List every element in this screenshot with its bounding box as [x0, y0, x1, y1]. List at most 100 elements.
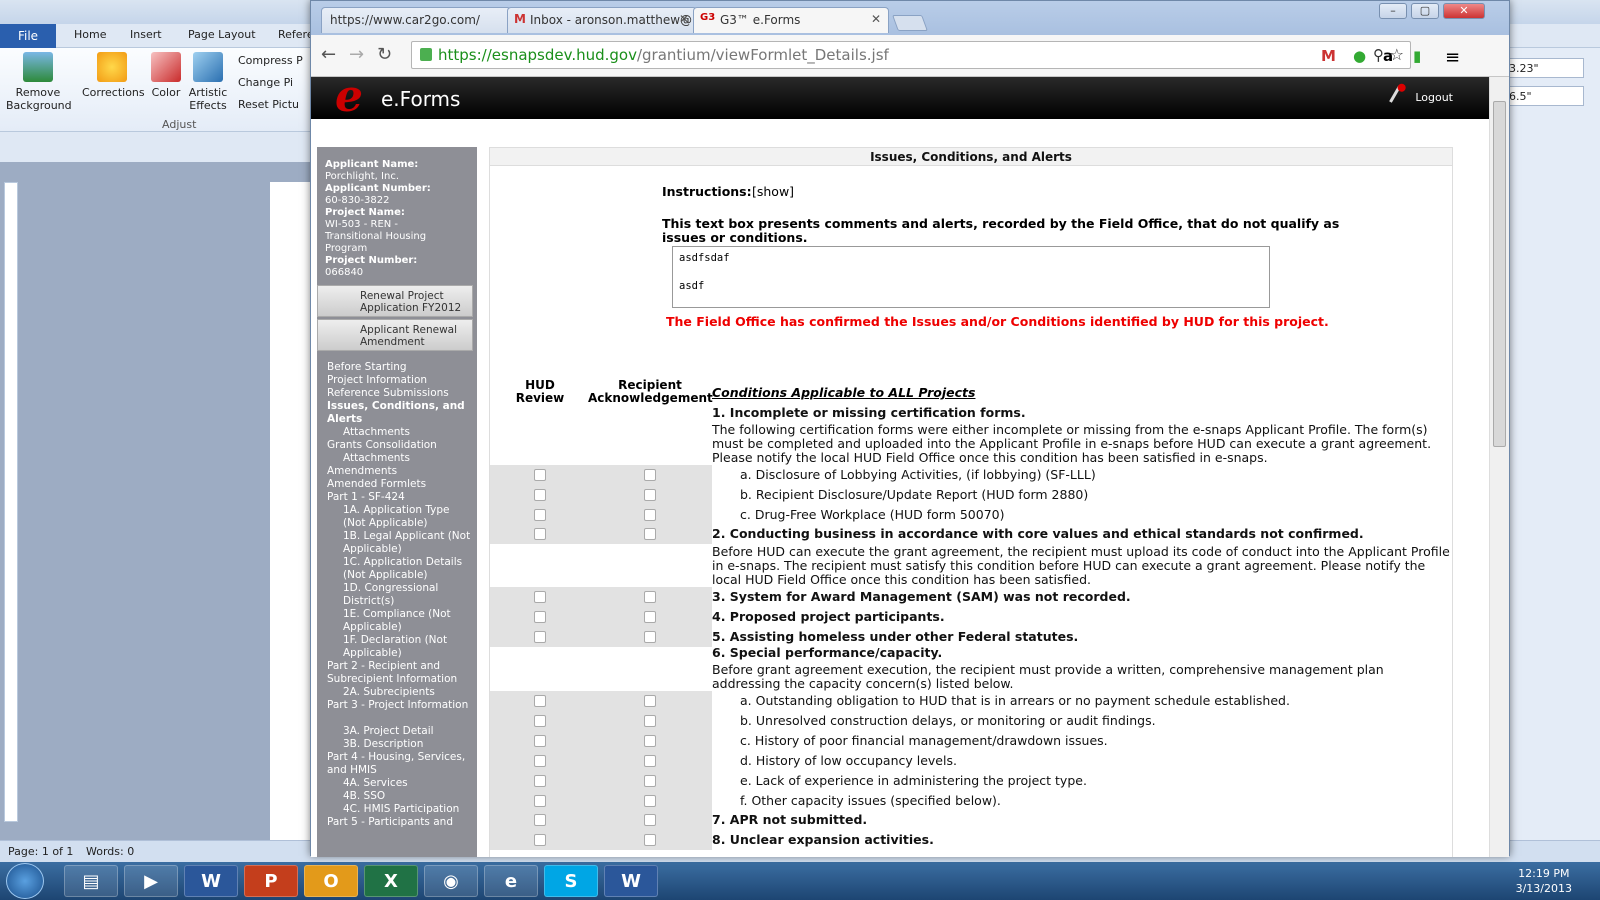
forward-icon[interactable]: →	[349, 44, 364, 65]
back-icon[interactable]: ←	[321, 44, 336, 65]
recipient-acknowledgement-checkbox[interactable]	[644, 631, 656, 643]
hud-review-checkbox[interactable]	[534, 735, 546, 747]
hud-review-checkbox[interactable]	[534, 631, 546, 643]
close-tab-icon[interactable]: ✕	[871, 12, 881, 26]
word-taskbar-icon[interactable]: W	[184, 865, 238, 897]
recipient-acknowledgement-checkbox[interactable]	[644, 528, 656, 540]
sidebar-nav-item[interactable]: 3A. Project Detail	[327, 725, 471, 738]
sidebar-nav-item[interactable]: Project Information	[327, 374, 471, 387]
word-tab-insert[interactable]: Insert	[130, 28, 162, 41]
sidebar-nav-item[interactable]: Reference Submissions	[327, 387, 471, 400]
sidebar-nav-item[interactable]: Attachments	[327, 426, 471, 439]
hud-review-checkbox[interactable]	[534, 528, 546, 540]
browser-tab-eforms[interactable]: G3 G3™ e.Forms ✕	[693, 7, 889, 33]
scrollbar-thumb[interactable]	[1493, 101, 1506, 447]
green-extension-icon[interactable]: ●	[1353, 47, 1366, 65]
outlook-taskbar-icon[interactable]: O	[304, 865, 358, 897]
color-button[interactable]: Color	[148, 52, 184, 99]
sidebar-nav-item[interactable]: Part 4 - Housing, Services, and HMIS	[327, 751, 471, 777]
sidebar-nav-item[interactable]: 4A. Services	[327, 777, 471, 790]
hud-review-checkbox[interactable]	[534, 834, 546, 846]
hud-review-checkbox[interactable]	[534, 775, 546, 787]
hud-review-checkbox[interactable]	[534, 715, 546, 727]
sidebar-nav-item[interactable]: Before Starting	[327, 361, 471, 374]
hud-review-checkbox[interactable]	[534, 755, 546, 767]
sidebar-nav-item[interactable]: 1E. Compliance (Not Applicable)	[327, 608, 471, 634]
remove-background-button[interactable]: Remove Background	[6, 52, 72, 112]
maximize-button[interactable]: ▢	[1411, 3, 1439, 19]
artistic-effects-button[interactable]: Artistic Effects	[186, 52, 230, 112]
hud-review-checkbox[interactable]	[534, 795, 546, 807]
sidebar-nav-item[interactable]: 4C. HMIS Participation	[327, 803, 471, 816]
minimize-button[interactable]: –	[1379, 3, 1407, 19]
hud-review-checkbox[interactable]	[534, 611, 546, 623]
recipient-acknowledgement-checkbox[interactable]	[644, 591, 656, 603]
compress-pictures-button[interactable]: Compress P	[238, 54, 303, 67]
sidebar-nav-item[interactable]: Amended Formlets	[327, 478, 471, 491]
sidebar-nav-item[interactable]: Grants Consolidation	[327, 439, 471, 452]
hud-review-checkbox[interactable]	[534, 695, 546, 707]
sidebar-nav-item[interactable]: Amendments	[327, 465, 471, 478]
sidebar-nav-item[interactable]: 4B. SSO	[327, 790, 471, 803]
recipient-acknowledgement-checkbox[interactable]	[644, 489, 656, 501]
sidebar-nav-item[interactable]: Part 2 - Recipient and Subrecipient Info…	[327, 660, 471, 686]
recipient-acknowledgement-checkbox[interactable]	[644, 755, 656, 767]
sidebar-nav-item[interactable]: 1C. Application Details (Not Applicable)	[327, 556, 471, 582]
word-doc-taskbar-icon[interactable]: W	[604, 865, 658, 897]
reset-picture-button[interactable]: Reset Pictu	[238, 98, 299, 111]
word-tab-page-layout[interactable]: Page Layout	[188, 28, 256, 41]
recipient-acknowledgement-checkbox[interactable]	[644, 834, 656, 846]
field-office-comments-textarea[interactable]: asdfsdaf asdf	[672, 246, 1270, 308]
recipient-acknowledgement-checkbox[interactable]	[644, 611, 656, 623]
explorer-taskbar-icon[interactable]: ▤	[64, 865, 118, 897]
width-spinner[interactable]: 6.5"	[1504, 86, 1584, 106]
recipient-acknowledgement-checkbox[interactable]	[644, 795, 656, 807]
sidebar-nav-item[interactable]: 1F. Declaration (Not Applicable)	[327, 634, 471, 660]
sidebar-nav-item[interactable]: 1A. Application Type (Not Applicable)	[327, 504, 471, 530]
hud-review-checkbox[interactable]	[534, 489, 546, 501]
hud-review-checkbox[interactable]	[534, 469, 546, 481]
media-player-taskbar-icon[interactable]: ▶	[124, 865, 178, 897]
chrome-taskbar-icon[interactable]: ◉	[424, 865, 478, 897]
ie-taskbar-icon[interactable]: e	[484, 865, 538, 897]
height-spinner[interactable]: 3.23"	[1504, 58, 1584, 78]
logout-icon[interactable]	[1389, 85, 1407, 107]
sidebar-nav-item[interactable]: 1D. Congressional District(s)	[327, 582, 471, 608]
recipient-acknowledgement-checkbox[interactable]	[644, 715, 656, 727]
sidebar-nav-item[interactable]: 2A. Subrecipients	[327, 686, 471, 699]
word-tab-home[interactable]: Home	[74, 28, 106, 41]
recipient-acknowledgement-checkbox[interactable]	[644, 735, 656, 747]
new-tab-button[interactable]	[892, 15, 928, 31]
address-bar[interactable]: https://esnapsdev.hud.gov/grantium/viewF…	[411, 41, 1411, 69]
corrections-button[interactable]: Corrections	[82, 52, 145, 99]
sidebar-nav-item[interactable]: Part 3 - Project Information	[327, 699, 471, 712]
hud-review-checkbox[interactable]	[534, 591, 546, 603]
skype-taskbar-icon[interactable]: S	[544, 865, 598, 897]
word-tab-references[interactable]: Refere	[278, 28, 314, 41]
start-button[interactable]	[6, 863, 44, 899]
recipient-acknowledgement-checkbox[interactable]	[644, 695, 656, 707]
close-window-button[interactable]: ✕	[1443, 3, 1485, 19]
browser-tab-car2go[interactable]: https://www.car2go.com/	[321, 7, 511, 33]
instructions-show-link[interactable]: [show]	[752, 184, 794, 199]
hud-review-checkbox[interactable]	[534, 509, 546, 521]
hud-review-checkbox[interactable]	[534, 814, 546, 826]
recipient-acknowledgement-checkbox[interactable]	[644, 775, 656, 787]
sidebar-nav-item[interactable]: 3B. Description	[327, 738, 471, 751]
signal-extension-icon[interactable]: ▮	[1413, 47, 1421, 65]
change-picture-button[interactable]: Change Pi	[238, 76, 293, 89]
close-tab-icon[interactable]: ✕	[679, 12, 689, 26]
powerpoint-taskbar-icon[interactable]: P	[244, 865, 298, 897]
gmail-extension-icon[interactable]: M	[1321, 47, 1336, 65]
renewal-project-application-button[interactable]: Renewal Project Application FY2012	[317, 285, 473, 317]
recipient-acknowledgement-checkbox[interactable]	[644, 469, 656, 481]
sidebar-nav-item[interactable]: Issues, Conditions, and Alerts	[327, 400, 471, 426]
page-scrollbar[interactable]	[1489, 77, 1509, 857]
reload-icon[interactable]: ↻	[377, 44, 392, 65]
excel-taskbar-icon[interactable]: X	[364, 865, 418, 897]
applicant-renewal-amendment-button[interactable]: Applicant Renewal Amendment	[317, 319, 473, 351]
sidebar-nav-item[interactable]: Part 1 - SF-424	[327, 491, 471, 504]
logout-link[interactable]: Logout	[1415, 91, 1453, 104]
browser-tab-inbox[interactable]: M Inbox - aronson.matthew@ ✕	[507, 7, 697, 33]
sidebar-nav-item[interactable]: Part 5 - Participants and	[327, 816, 471, 829]
